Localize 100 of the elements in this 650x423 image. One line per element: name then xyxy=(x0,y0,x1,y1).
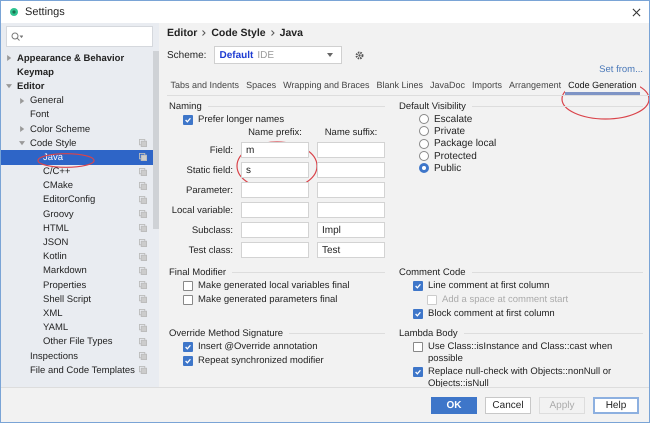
tree-item[interactable]: Shell Script xyxy=(1,292,153,306)
checkbox[interactable] xyxy=(413,342,423,352)
tree-item[interactable]: EditorConfig xyxy=(1,192,153,208)
tree-item-label: General xyxy=(30,95,64,106)
tree-item[interactable]: Appearance & Behavior xyxy=(1,51,153,66)
breadcrumb-item: Java xyxy=(280,27,303,39)
radio-button[interactable] xyxy=(419,114,429,124)
expand-arrow-icon[interactable] xyxy=(6,55,12,62)
tree-item[interactable]: Font xyxy=(1,108,153,122)
suffix-input[interactable]: Impl xyxy=(317,222,385,238)
tree-item[interactable]: Inspections xyxy=(1,348,153,364)
tab[interactable]: Blank Lines xyxy=(372,75,427,95)
prefix-input[interactable] xyxy=(241,242,309,258)
chevron-icon xyxy=(202,30,206,36)
tree-item-label: JSON xyxy=(43,237,68,248)
checkbox[interactable] xyxy=(413,281,423,291)
checkbox-label: Add a space at comment start xyxy=(442,294,568,306)
radio-button[interactable] xyxy=(419,151,429,162)
tree-item[interactable]: Code Style xyxy=(1,136,153,150)
checkbox[interactable] xyxy=(183,342,193,352)
tree-item-label: Markdown xyxy=(43,265,87,276)
tree-item[interactable]: Keymap xyxy=(1,65,153,80)
checkbox[interactable] xyxy=(183,356,193,366)
section-title: Override Method Signature xyxy=(169,328,284,339)
dropdown-arrow-icon xyxy=(327,53,334,57)
field-label: Test class: xyxy=(188,244,233,256)
suffix-input[interactable] xyxy=(317,202,385,218)
checkbox[interactable] xyxy=(183,281,193,291)
expand-arrow-icon[interactable] xyxy=(19,98,25,104)
tab[interactable]: Imports xyxy=(468,75,506,95)
prefix-input[interactable] xyxy=(241,182,309,198)
tree-item[interactable]: General xyxy=(1,94,153,108)
section-title: Naming xyxy=(169,101,202,112)
field-label: Local variable: xyxy=(170,204,233,216)
tree-item-label: Groovy xyxy=(43,208,74,220)
tree-item[interactable]: Color Scheme xyxy=(1,122,153,136)
dialog-button[interactable]: Help xyxy=(593,396,639,414)
tree-item[interactable]: XML xyxy=(1,306,153,321)
tree-item[interactable]: CMake xyxy=(1,178,153,193)
radio-button[interactable] xyxy=(419,138,429,149)
collapse-arrow-icon[interactable] xyxy=(6,83,12,90)
breadcrumb-item: Editor xyxy=(167,27,198,39)
checkbox[interactable] xyxy=(183,115,193,125)
set-from-link[interactable]: Set from... xyxy=(599,64,643,75)
radio-button[interactable] xyxy=(419,126,429,136)
tree-item[interactable]: HTML xyxy=(1,221,153,236)
tree-item[interactable]: Other File Types xyxy=(1,334,153,349)
tab[interactable]: Spaces xyxy=(242,75,280,95)
tree-item[interactable]: JSON xyxy=(1,235,153,250)
checkbox[interactable] xyxy=(183,295,193,305)
scheme-label: Scheme: xyxy=(167,50,206,60)
close-icon[interactable] xyxy=(632,8,641,16)
tab[interactable]: Wrapping and Braces xyxy=(280,75,373,95)
checkbox-label: Make generated parameters final xyxy=(198,294,338,306)
tree-item-label: Properties xyxy=(43,280,86,291)
field-label: Static field: xyxy=(186,164,233,176)
tree-item[interactable]: Editor xyxy=(1,79,153,94)
scheme-dropdown[interactable]: Default IDE xyxy=(214,46,342,64)
tree-item-label: Color Scheme xyxy=(30,124,90,135)
collapse-arrow-icon[interactable] xyxy=(19,140,25,146)
window-title: Settings xyxy=(25,6,65,18)
tree-item[interactable]: Properties xyxy=(1,278,153,292)
dialog-button[interactable]: Cancel xyxy=(485,396,531,414)
tree-item-label: HTML xyxy=(43,222,69,234)
radio-label: Escalate xyxy=(434,114,472,125)
checkbox-label: Line comment at first column xyxy=(428,280,550,292)
checkbox[interactable] xyxy=(413,367,423,377)
prefix-input[interactable]: s xyxy=(241,162,309,178)
tree-item[interactable]: File and Code Templates xyxy=(1,363,153,378)
tab[interactable]: JavaDoc xyxy=(426,75,469,95)
radio-button[interactable] xyxy=(419,163,429,174)
expand-arrow-icon[interactable] xyxy=(19,126,25,132)
suffix-input[interactable] xyxy=(317,182,385,198)
tree-item[interactable]: YAML xyxy=(1,320,153,335)
checkbox[interactable] xyxy=(413,309,423,319)
section-title: Lambda Body xyxy=(399,328,458,339)
tree-item-label: Code Style xyxy=(30,138,76,149)
checkbox-label: Prefer longer names xyxy=(198,114,284,126)
suffix-input[interactable] xyxy=(317,142,385,158)
tree-item-label: Inspections xyxy=(30,350,78,362)
search-field[interactable] xyxy=(6,26,153,47)
suffix-input[interactable]: Test xyxy=(317,242,385,258)
prefix-input[interactable]: m xyxy=(241,142,309,158)
highlight-ellipse xyxy=(37,153,95,168)
tree-item[interactable]: Markdown xyxy=(1,264,153,278)
tree-item[interactable]: Kotlin xyxy=(1,250,153,264)
scrollbar[interactable] xyxy=(153,51,159,229)
dialog-button[interactable]: OK xyxy=(431,396,477,414)
tree-item[interactable]: Groovy xyxy=(1,207,153,222)
tree-item-label: YAML xyxy=(43,322,68,334)
radio-label: Private xyxy=(434,126,466,137)
tree-item[interactable]: C/C++ xyxy=(1,164,153,179)
prefix-input[interactable] xyxy=(241,222,309,238)
tree-item[interactable]: Java xyxy=(1,150,153,164)
suffix-input[interactable] xyxy=(317,162,385,178)
tab[interactable]: Code Generation xyxy=(564,75,640,95)
prefix-input[interactable] xyxy=(241,202,309,218)
tab[interactable]: Tabs and Indents xyxy=(167,75,243,95)
settings-icon[interactable] xyxy=(354,50,366,60)
tab[interactable]: Arrangement xyxy=(506,75,565,95)
